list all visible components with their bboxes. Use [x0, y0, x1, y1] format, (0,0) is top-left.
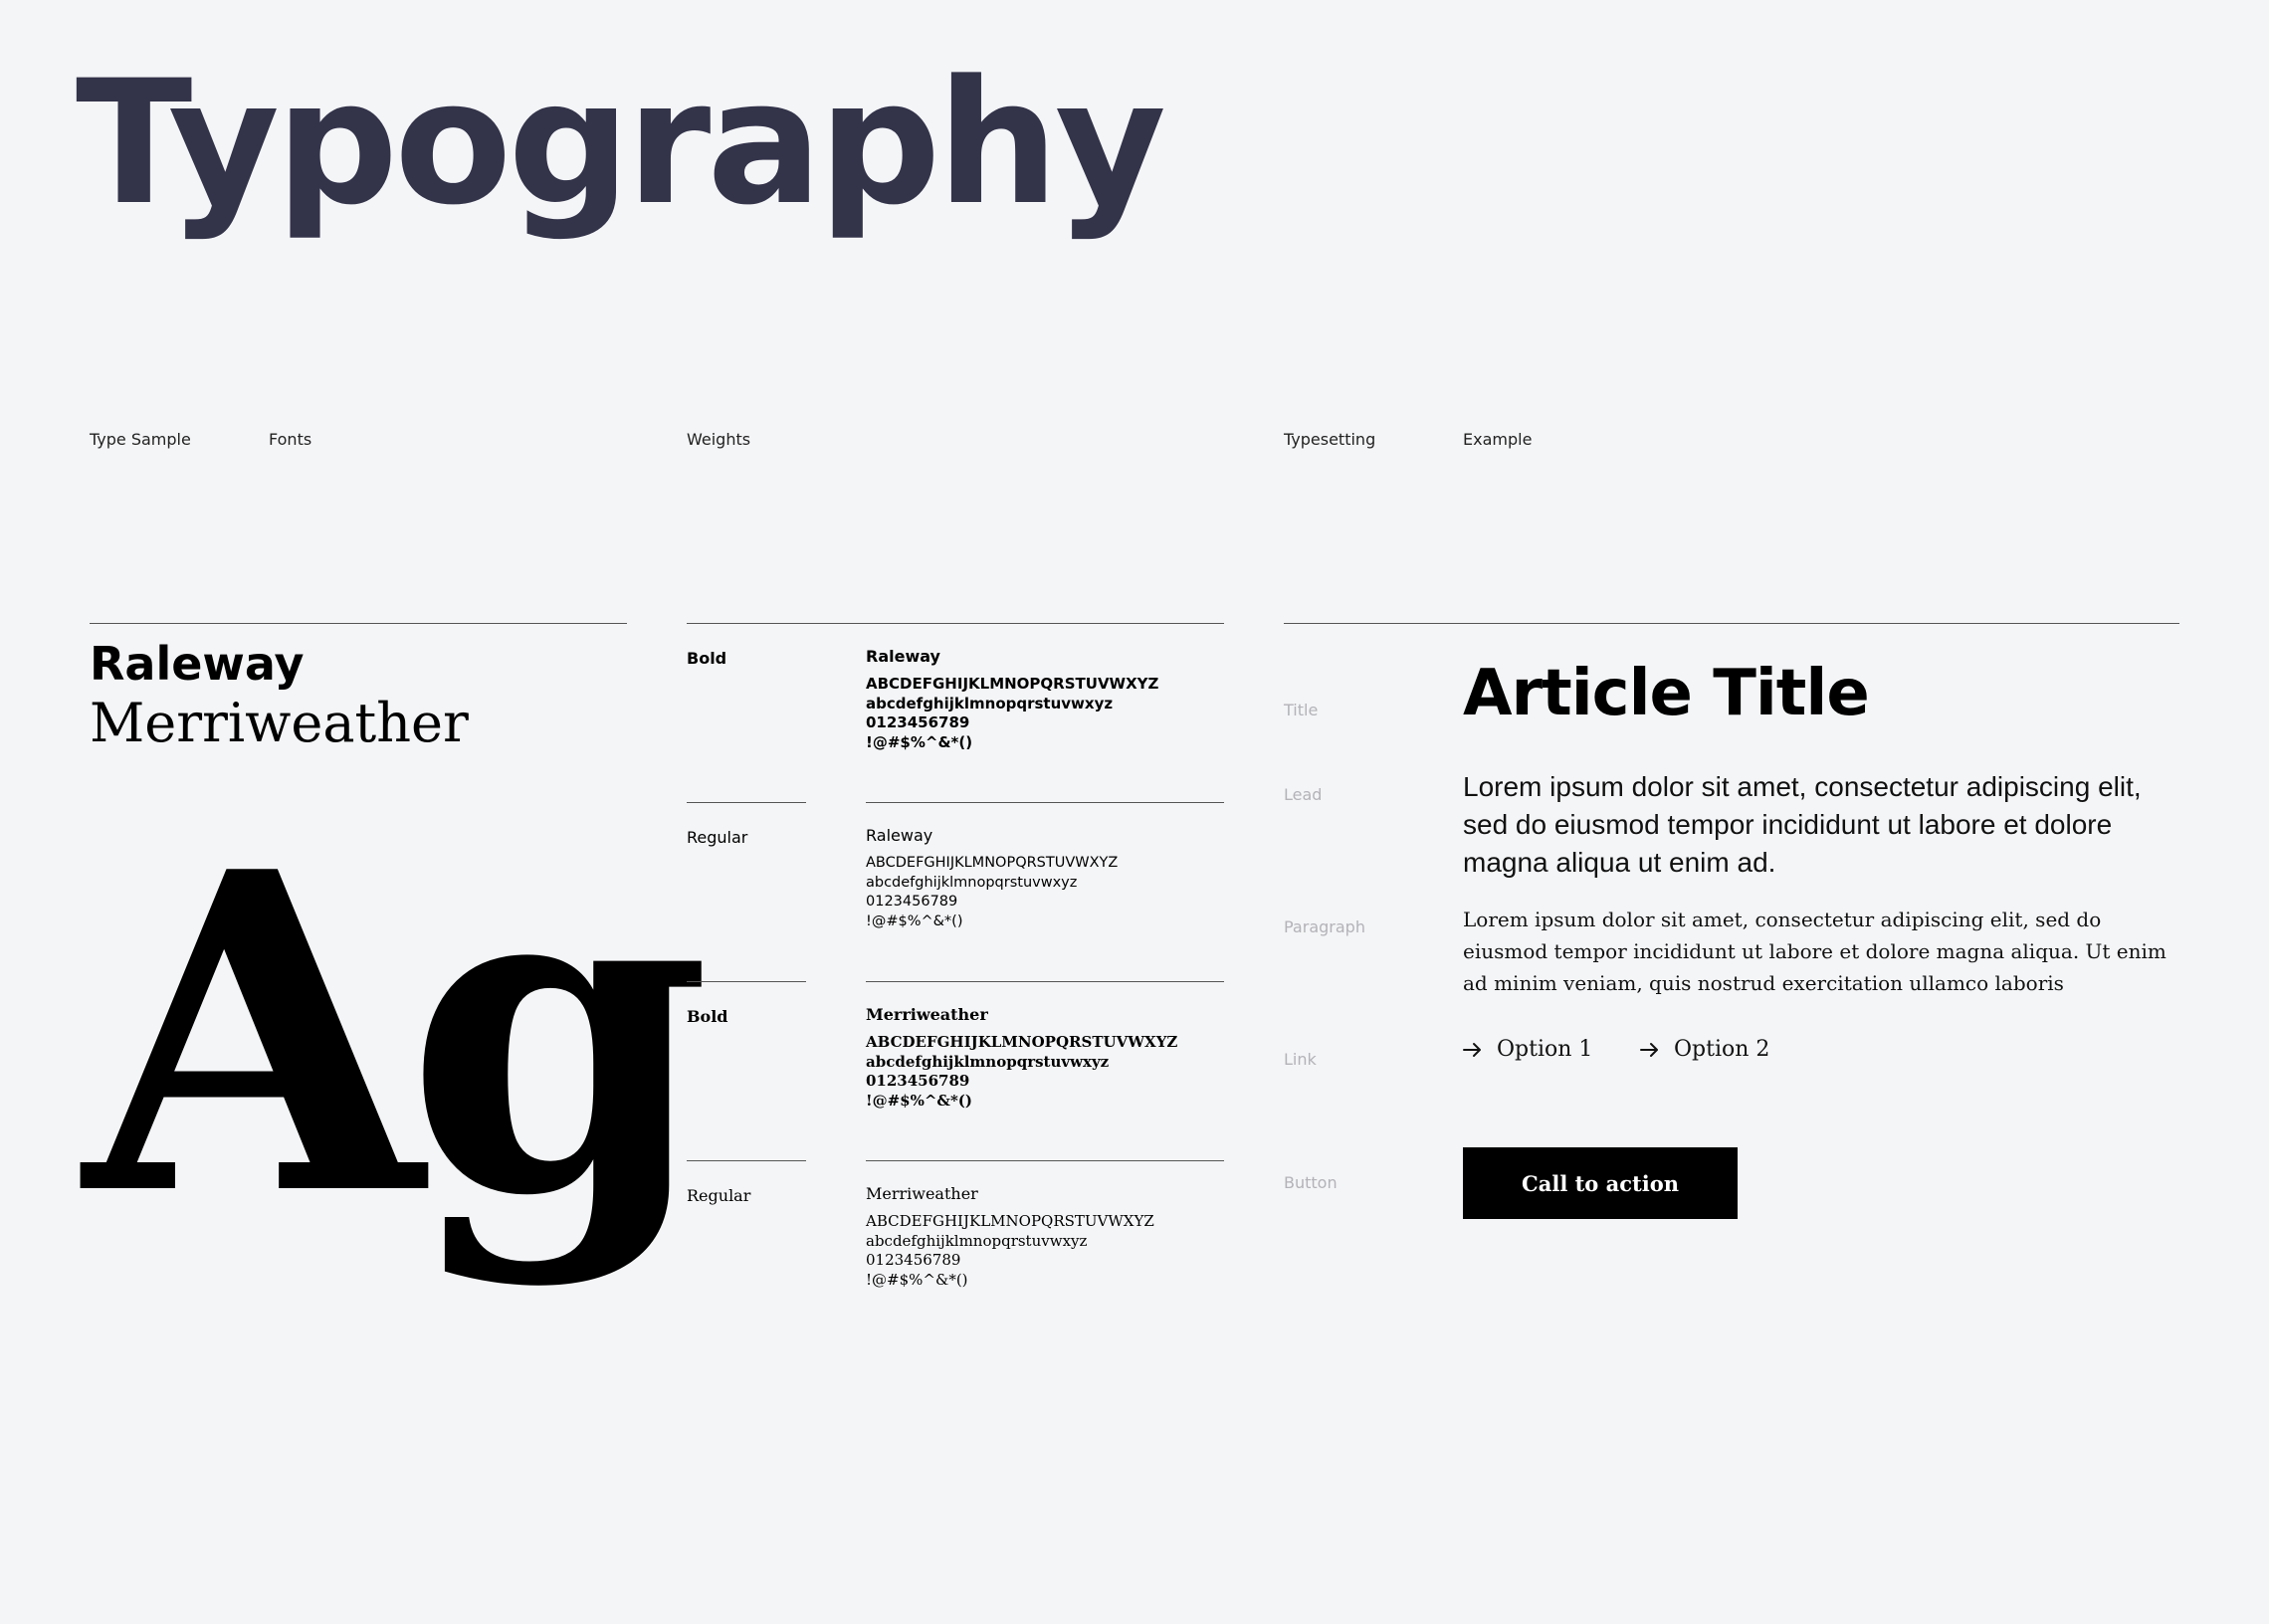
- typesetting-label-link: Link: [1284, 1050, 1317, 1069]
- glyph-set: Merriweather ABCDEFGHIJKLMNOPQRSTUVWXYZ …: [866, 1005, 1177, 1111]
- column-label-weights: Weights: [687, 430, 751, 449]
- font-name-raleway: Raleway: [90, 637, 305, 691]
- weight-row-divider: [866, 802, 1224, 803]
- typesetting-label-button: Button: [1284, 1173, 1338, 1192]
- typesetting-label-title: Title: [1284, 701, 1319, 719]
- glyph-set-font-name: Merriweather: [866, 1005, 988, 1024]
- glyph-set-font-name: Merriweather: [866, 1184, 978, 1203]
- arrow-right-icon: [1463, 1042, 1481, 1057]
- weight-row-divider: [687, 981, 806, 982]
- glyph-set-digits: 0123456789: [866, 894, 958, 910]
- glyph-set-symbols: !@#$%^&*(): [866, 1270, 968, 1289]
- column-label-type-sample: Type Sample: [90, 430, 191, 449]
- glyph-set-font-name: Raleway: [866, 647, 940, 666]
- weights-divider: [687, 623, 1224, 624]
- glyph-set-symbols: !@#$%^&*(): [866, 913, 963, 929]
- glyph-set: Merriweather ABCDEFGHIJKLMNOPQRSTUVWXYZ …: [866, 1184, 1154, 1290]
- paragraph-text: Lorem ipsum dolor sit amet, consectetur …: [1463, 908, 2166, 995]
- weight-row-divider: [866, 981, 1224, 982]
- link-option-1[interactable]: Option 1: [1463, 1037, 1592, 1062]
- glyph-set-symbols: !@#$%^&*(): [866, 1091, 972, 1110]
- glyph-set-lowercase: abcdefghijklmnopqrstuvwxyz: [866, 1052, 1110, 1071]
- glyph-set-digits: 0123456789: [866, 1072, 970, 1090]
- glyph-sample: Ag: [84, 777, 712, 1292]
- font-name-merriweather: Merriweather: [90, 692, 469, 754]
- weight-row-divider: [687, 1160, 806, 1161]
- typesetting-label-paragraph: Paragraph: [1284, 917, 1365, 936]
- typesetting-divider: [1284, 623, 2179, 624]
- glyph-set-uppercase: ABCDEFGHIJKLMNOPQRSTUVWXYZ: [866, 1033, 1178, 1051]
- column-label-example: Example: [1463, 430, 1533, 449]
- weight-label: Bold: [687, 649, 727, 668]
- weight-label: Bold: [687, 1007, 728, 1026]
- glyph-set: Raleway ABCDEFGHIJKLMNOPQRSTUVWXYZ abcde…: [866, 826, 1118, 931]
- column-label-typesetting: Typesetting: [1284, 430, 1376, 449]
- glyph-set-uppercase: ABCDEFGHIJKLMNOPQRSTUVWXYZ: [866, 675, 1159, 693]
- page-title: Typography: [76, 43, 1166, 243]
- glyph-set-uppercase: ABCDEFGHIJKLMNOPQRSTUVWXYZ: [866, 855, 1119, 871]
- column-label-fonts: Fonts: [269, 430, 312, 449]
- glyph-set-lowercase: abcdefghijklmnopqrstuvwxyz: [866, 694, 1114, 712]
- glyph-set: Raleway ABCDEFGHIJKLMNOPQRSTUVWXYZ abcde…: [866, 647, 1158, 752]
- arrow-right-icon: [1640, 1042, 1658, 1057]
- link-label: Option 1: [1497, 1037, 1593, 1062]
- glyph-set-lowercase: abcdefghijklmnopqrstuvwxyz: [866, 874, 1078, 891]
- glyph-set-lowercase: abcdefghijklmnopqrstuvwxyz: [866, 1231, 1088, 1250]
- weight-label: Regular: [687, 828, 748, 847]
- glyph-set-symbols: !@#$%^&*(): [866, 732, 973, 751]
- article-title: Article Title: [1463, 657, 1870, 730]
- fonts-divider: [90, 623, 627, 624]
- typesetting-label-lead: Lead: [1284, 785, 1323, 804]
- glyph-set-font-name: Raleway: [866, 826, 933, 845]
- weight-row-divider: [687, 802, 806, 803]
- weight-row-divider: [866, 1160, 1224, 1161]
- glyph-set-uppercase: ABCDEFGHIJKLMNOPQRSTUVWXYZ: [866, 1212, 1154, 1230]
- call-to-action-button[interactable]: Call to action: [1463, 1147, 1738, 1219]
- link-option-2[interactable]: Option 2: [1640, 1037, 1769, 1062]
- glyph-set-digits: 0123456789: [866, 1251, 961, 1269]
- weight-label: Regular: [687, 1186, 751, 1205]
- lead-text: Lorem ipsum dolor sit amet, consectetur …: [1463, 771, 2142, 878]
- glyph-set-digits: 0123456789: [866, 713, 970, 731]
- link-label: Option 2: [1674, 1037, 1770, 1062]
